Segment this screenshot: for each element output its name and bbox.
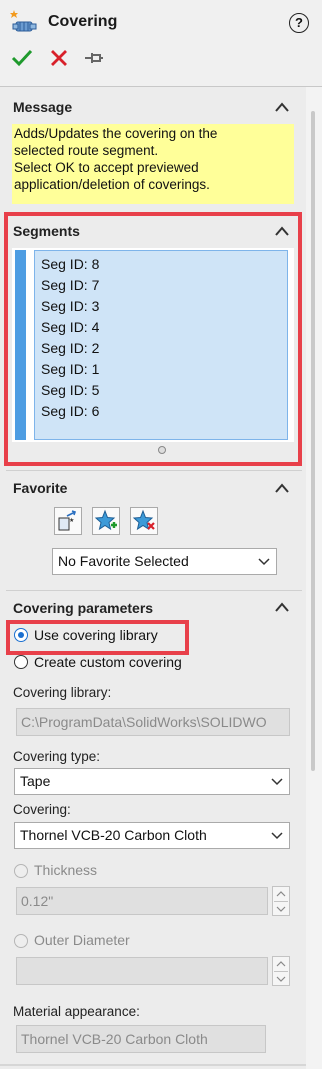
list-item[interactable]: Seg ID: 1 xyxy=(41,361,99,377)
favorite-selected-value: No Favorite Selected xyxy=(58,553,189,569)
bottom-edge xyxy=(0,1064,306,1066)
outer-diameter-label: Outer Diameter xyxy=(34,932,130,948)
section-separator xyxy=(6,470,302,471)
load-favorite-icon: ★ xyxy=(58,510,77,531)
pushpin-icon[interactable] xyxy=(82,46,106,70)
thickness-radio[interactable] xyxy=(14,864,28,878)
delete-favorite-button[interactable] xyxy=(130,507,158,535)
list-item[interactable]: Seg ID: 7 xyxy=(41,277,99,293)
covering-parameters-title: Covering parameters xyxy=(13,600,154,616)
message-line: selected route segment. xyxy=(14,143,159,158)
chevron-up-icon[interactable] xyxy=(274,482,290,494)
covering-library-path-field: C:\ProgramData\SolidWorks\SOLIDWO xyxy=(16,708,290,736)
favorite-select[interactable]: No Favorite Selected xyxy=(52,548,277,575)
add-favorite-icon xyxy=(94,509,117,531)
create-custom-covering-label[interactable]: Create custom covering xyxy=(34,654,182,670)
delete-favorite-icon xyxy=(132,509,155,531)
chevron-up-icon[interactable] xyxy=(274,601,290,613)
help-icon[interactable]: ? xyxy=(289,13,309,33)
property-manager-header: Covering ? xyxy=(0,0,322,82)
thickness-field: 0.12" xyxy=(16,887,268,915)
message-line: application/deletion of coverings. xyxy=(14,177,210,192)
segments-list[interactable]: Seg ID: 8 Seg ID: 7 Seg ID: 3 Seg ID: 4 … xyxy=(34,250,288,440)
list-resize-handle[interactable] xyxy=(158,446,166,454)
covering-feature-icon xyxy=(10,10,37,32)
thickness-spinner[interactable] xyxy=(272,886,290,916)
section-separator xyxy=(6,590,302,591)
svg-text:★: ★ xyxy=(69,517,74,524)
load-favorite-button[interactable]: ★ xyxy=(54,507,82,535)
chevron-up-icon[interactable] xyxy=(274,101,290,113)
spin-up-icon[interactable] xyxy=(273,887,289,901)
outer-diameter-radio[interactable] xyxy=(14,934,28,948)
chevron-down-icon xyxy=(271,832,283,840)
covering-type-value: Tape xyxy=(20,773,51,789)
covering-library-label: Covering library: xyxy=(13,685,112,700)
list-item[interactable]: Seg ID: 4 xyxy=(41,319,99,335)
covering-type-select[interactable]: Tape xyxy=(14,768,290,795)
covering-select[interactable]: Thornel VCB-20 Carbon Cloth xyxy=(14,822,290,849)
message-line: Adds/Updates the covering on the xyxy=(14,126,218,141)
message-line: Select OK to accept previewed xyxy=(14,160,199,175)
chevron-down-icon xyxy=(258,558,270,566)
outer-diameter-spinner[interactable] xyxy=(272,956,290,986)
use-covering-library-label[interactable]: Use covering library xyxy=(34,627,158,643)
outer-diameter-field xyxy=(16,957,268,985)
segments-section-title: Segments xyxy=(13,223,80,239)
spin-up-icon[interactable] xyxy=(273,957,289,971)
message-box: Adds/Updates the covering on the selecte… xyxy=(12,124,294,204)
message-section-title: Message xyxy=(13,99,73,115)
page-title: Covering xyxy=(48,13,118,30)
thickness-label: Thickness xyxy=(34,862,98,878)
segments-selection-strip xyxy=(15,250,26,440)
cancel-x-icon[interactable] xyxy=(47,46,71,70)
covering-type-label: Covering type: xyxy=(13,749,101,764)
material-appearance-label: Material appearance: xyxy=(13,1004,140,1019)
spin-down-icon[interactable] xyxy=(273,902,289,916)
list-item[interactable]: Seg ID: 6 xyxy=(41,403,99,419)
spin-down-icon[interactable] xyxy=(273,972,289,986)
vertical-scrollbar[interactable] xyxy=(306,87,322,1069)
ok-checkmark-icon[interactable] xyxy=(10,46,34,70)
scrollbar-thumb[interactable] xyxy=(311,111,315,771)
chevron-down-icon xyxy=(271,778,283,786)
list-item[interactable]: Seg ID: 3 xyxy=(41,298,99,314)
covering-label: Covering: xyxy=(13,802,71,817)
material-appearance-field: Thornel VCB-20 Carbon Cloth xyxy=(16,1025,266,1053)
list-item[interactable]: Seg ID: 2 xyxy=(41,340,99,356)
create-custom-covering-radio[interactable] xyxy=(14,655,28,669)
use-covering-library-radio[interactable] xyxy=(14,628,28,642)
add-favorite-button[interactable] xyxy=(92,507,120,535)
list-item[interactable]: Seg ID: 5 xyxy=(41,382,99,398)
covering-value: Thornel VCB-20 Carbon Cloth xyxy=(20,827,207,843)
favorite-section-title: Favorite xyxy=(13,480,68,496)
list-item[interactable]: Seg ID: 8 xyxy=(41,256,99,272)
chevron-up-icon[interactable] xyxy=(274,225,290,237)
